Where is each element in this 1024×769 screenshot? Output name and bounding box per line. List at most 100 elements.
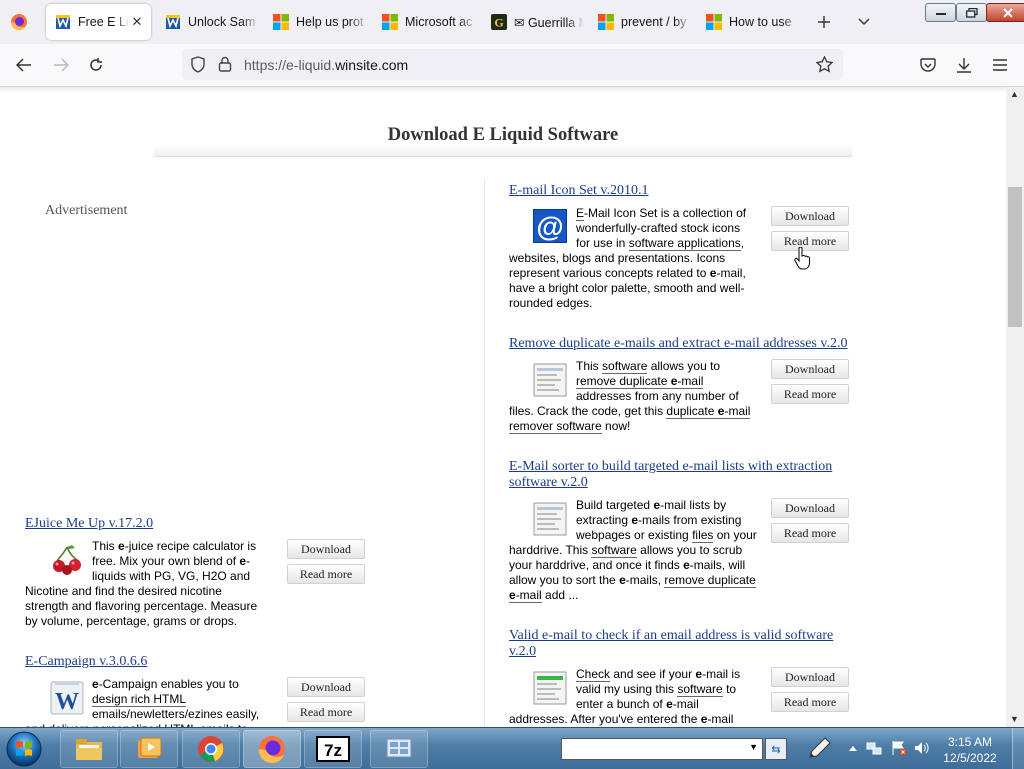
hamburger-menu-icon[interactable] xyxy=(988,53,1012,77)
scroll-up-arrow-icon[interactable]: ▲ xyxy=(1010,89,1019,99)
browser-tab[interactable]: Unlock Sam xyxy=(156,4,259,40)
lock-icon[interactable] xyxy=(218,56,232,72)
software-entry: Remove duplicate e-mails and extract e-m… xyxy=(509,336,859,352)
guerrilla-mail-icon: G xyxy=(491,14,507,30)
software-title-link[interactable]: E-mail Icon Set v.2010.1 xyxy=(509,183,648,198)
software-title-link[interactable]: Valid e-mail to check if an email addres… xyxy=(509,628,833,659)
taskbar-firefox-icon[interactable] xyxy=(243,730,301,768)
tab-title: Free E Liq xyxy=(78,15,129,29)
tab-title: Unlock Sam xyxy=(188,15,256,29)
microsoft-icon xyxy=(598,14,614,30)
downloads-icon[interactable] xyxy=(952,53,976,77)
show-hidden-icons-arrow[interactable] xyxy=(845,740,861,756)
clock-date: 12/5/2022 xyxy=(943,751,997,765)
svg-text:7z: 7z xyxy=(324,741,342,760)
software-entry: E-Mail sorter to build targeted e-mail l… xyxy=(509,459,854,491)
software-description: This e-juice recipe calculator is free. … xyxy=(25,539,258,628)
system-clock[interactable]: 3:15 AM 12/5/2022 xyxy=(936,734,1004,766)
forward-button[interactable] xyxy=(49,53,73,77)
software-entry: EJuice Me Up v.17.2.0 xyxy=(25,516,365,532)
browser-tab[interactable]: prevent / by xyxy=(589,4,692,40)
winsite-icon xyxy=(165,14,181,30)
page-heading: Download E Liquid Software xyxy=(387,125,619,145)
window-close-button[interactable] xyxy=(986,3,1024,22)
network-tray-icon[interactable] xyxy=(866,740,882,756)
list-all-tabs-button[interactable] xyxy=(854,12,874,32)
download-button[interactable]: Download xyxy=(287,539,365,559)
action-center-flag-icon[interactable] xyxy=(891,740,907,756)
advertisement-label: Advertisement xyxy=(45,203,128,218)
show-desktop-button[interactable] xyxy=(1012,728,1024,769)
software-title-link[interactable]: Remove duplicate e-mails and extract e-m… xyxy=(509,336,847,351)
page-top-shadow xyxy=(0,87,1006,93)
microsoft-icon xyxy=(273,14,289,30)
taskbar-7zip-icon[interactable]: 7z xyxy=(304,730,362,768)
page-scrollbar[interactable]: ▲ ▼ xyxy=(1006,87,1024,727)
software-description: Build targeted e-mail lists by extractin… xyxy=(509,498,757,603)
microsoft-icon xyxy=(706,14,722,30)
software-title-link[interactable]: EJuice Me Up v.17.2.0 xyxy=(25,516,153,531)
svg-text:G: G xyxy=(494,16,503,30)
bookmark-star-icon[interactable] xyxy=(816,56,833,73)
microsoft-icon xyxy=(382,14,398,30)
column-divider xyxy=(484,179,485,727)
volume-icon[interactable] xyxy=(914,740,930,756)
search-go-button[interactable]: ⇆ xyxy=(765,738,787,760)
read-more-button[interactable]: Read more xyxy=(771,231,849,251)
download-button[interactable]: Download xyxy=(771,667,849,687)
winsite-icon xyxy=(55,14,71,30)
windows-taskbar: 7z ▼ ⇆ 3:15 AM 12/5/2022 xyxy=(0,727,1024,769)
read-more-button[interactable]: Read more xyxy=(287,564,365,584)
browser-tab[interactable]: How to use xyxy=(697,4,800,40)
download-button[interactable]: Download xyxy=(771,498,849,518)
software-entry: E-Campaign v.3.0.6.6 xyxy=(25,654,365,670)
read-more-button[interactable]: Read more xyxy=(771,692,849,712)
taskbar-search-input[interactable]: ▼ xyxy=(561,738,763,760)
tab-close-icon[interactable]: ✕ xyxy=(129,14,145,30)
heading-rule xyxy=(154,156,852,157)
taskbar-explorer-icon[interactable] xyxy=(60,730,118,768)
pocket-icon[interactable] xyxy=(916,53,940,77)
software-title-link[interactable]: E-Campaign v.3.0.6.6 xyxy=(25,654,147,669)
read-more-button[interactable]: Read more xyxy=(287,702,365,722)
download-button[interactable]: Download xyxy=(771,359,849,379)
browser-tab[interactable]: Free E Liq✕ xyxy=(46,4,151,40)
back-button[interactable] xyxy=(12,53,36,77)
tab-title: ✉ Guerrilla M xyxy=(514,15,584,30)
taskbar-media-player-icon[interactable] xyxy=(120,730,178,768)
tab-title: Microsoft ac xyxy=(405,15,473,29)
read-more-button[interactable]: Read more xyxy=(771,384,849,404)
download-button[interactable]: Download xyxy=(771,206,849,226)
navigation-toolbar: https://e-liquid.winsite.com xyxy=(0,44,1024,87)
search-dropdown-arrow-icon[interactable]: ▼ xyxy=(749,742,758,752)
firefox-view-icon[interactable] xyxy=(6,11,32,33)
url-text[interactable]: https://e-liquid.winsite.com xyxy=(244,57,408,73)
tab-strip: Free E Liq✕ Unlock Sam Help us prot Microso… xyxy=(0,0,1024,44)
taskbar-network-app-icon[interactable] xyxy=(370,730,428,768)
software-description: Check and see if your e-mail is valid my… xyxy=(509,667,741,726)
new-tab-button[interactable] xyxy=(814,12,834,32)
taskbar-chrome-icon[interactable] xyxy=(182,730,240,768)
software-description: This software allows you to remove dupli… xyxy=(509,359,751,434)
clock-time: 3:15 AM xyxy=(947,735,993,749)
software-description: e-Campaign enables you to design rich HT… xyxy=(25,677,260,727)
software-title-link[interactable]: E-Mail sorter to build targeted e-mail l… xyxy=(509,459,832,490)
browser-tab[interactable]: G ✉ Guerrilla M xyxy=(482,4,584,40)
restore-button[interactable] xyxy=(956,3,987,22)
tracking-protection-shield-icon[interactable] xyxy=(190,56,206,73)
start-button[interactable] xyxy=(4,729,44,769)
software-entry: E-mail Icon Set v.2010.1 xyxy=(509,183,854,199)
tab-title: How to use xyxy=(729,15,792,29)
scroll-down-arrow-icon[interactable]: ▼ xyxy=(1010,714,1019,724)
read-more-button[interactable]: Read more xyxy=(771,523,849,543)
browser-tab[interactable]: Microsoft ac xyxy=(373,4,477,40)
download-button[interactable]: Download xyxy=(287,677,365,697)
minimize-button[interactable] xyxy=(925,3,956,22)
tab-title: Help us prot xyxy=(296,15,364,29)
software-description: E-Mail Icon Set is a collection of wonde… xyxy=(509,206,747,310)
scrollbar-thumb[interactable] xyxy=(1008,187,1022,327)
reload-button[interactable] xyxy=(84,53,108,77)
pen-tablet-icon[interactable] xyxy=(805,733,835,763)
address-bar[interactable]: https://e-liquid.winsite.com xyxy=(182,49,843,80)
browser-tab[interactable]: Help us prot xyxy=(264,4,368,40)
